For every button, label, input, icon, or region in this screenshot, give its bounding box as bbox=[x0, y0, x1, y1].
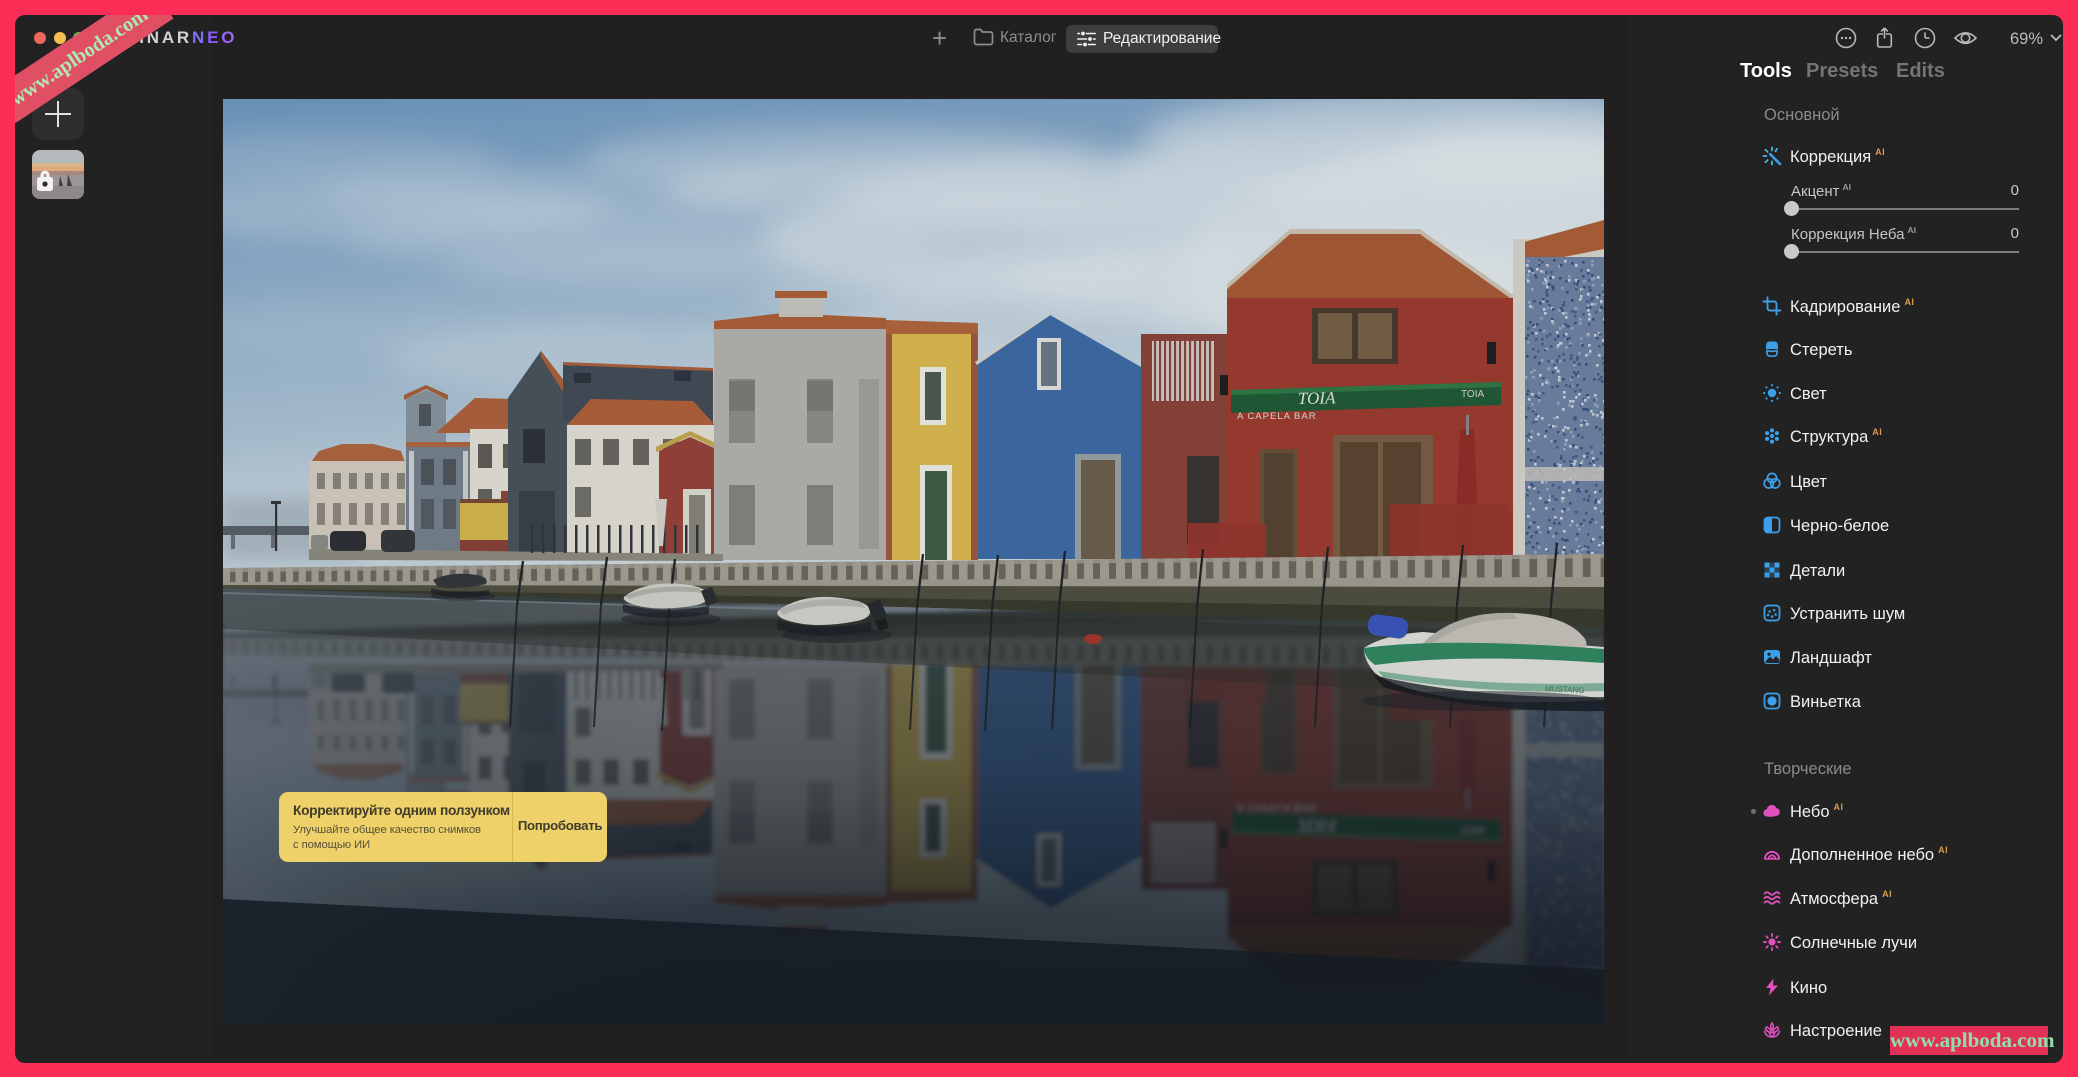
svg-text:69%: 69% bbox=[2010, 30, 2043, 48]
